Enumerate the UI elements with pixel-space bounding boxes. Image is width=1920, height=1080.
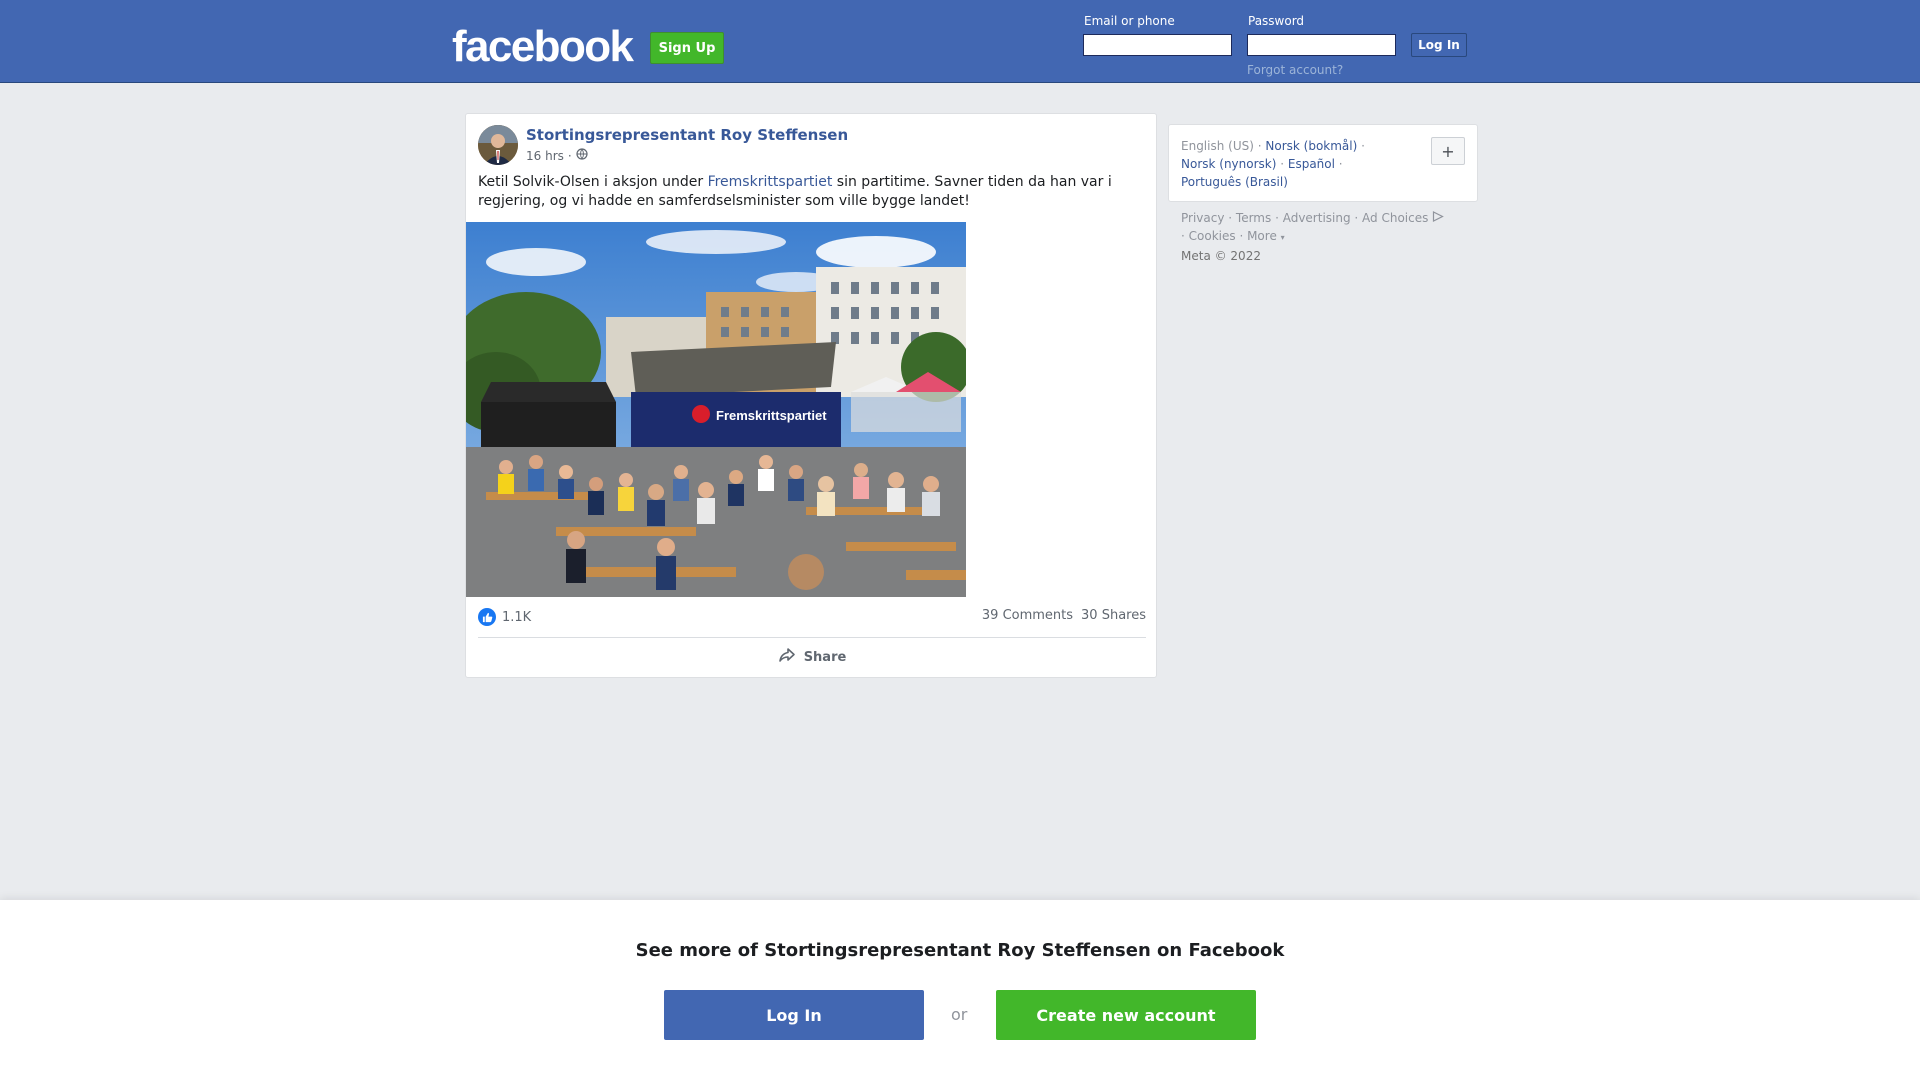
password-input[interactable] — [1247, 34, 1396, 56]
post-text: Ketil Solvik-Olsen i aksjon under Fremsk… — [478, 173, 1138, 211]
login-button[interactable]: Log In — [1411, 33, 1467, 57]
footer-links: Privacy · Terms · Advertising · Ad Choic… — [1181, 209, 1481, 265]
comments-shares-summary: 39 Comments 30 Shares — [982, 608, 1146, 623]
language-current: English (US) — [1181, 139, 1254, 153]
language-list: English (US) · Norsk (bokmål) · Norsk (n… — [1181, 139, 1365, 189]
post-photo[interactable]: Fremskrittspartiet — [466, 222, 966, 597]
login-prompt-banner: See more of Stortingsrepresentant Roy St… — [0, 900, 1920, 1080]
terms-link[interactable]: Terms — [1236, 211, 1271, 225]
shares-count-link[interactable]: 30 Shares — [1081, 608, 1146, 623]
post-text-part: Ketil Solvik-Olsen i aksjon under — [478, 174, 708, 190]
photo-stage-banner-text: Fremskrittspartiet — [716, 408, 827, 423]
likes-count: 1.1K — [502, 609, 532, 625]
banner-or-text: or — [951, 1005, 968, 1024]
caret-down-icon: ▾ — [1280, 233, 1285, 242]
reactions-summary[interactable]: 1.1K — [478, 608, 531, 626]
author-avatar[interactable] — [478, 125, 518, 165]
post-stats: 1.1K 39 Comments 30 Shares — [478, 608, 1146, 628]
sign-up-button[interactable]: Sign Up — [650, 32, 724, 64]
privacy-link[interactable]: Privacy — [1181, 211, 1224, 225]
post-meta: 16 hrs · — [526, 148, 588, 163]
like-icon — [478, 608, 496, 626]
cookies-link[interactable]: Cookies — [1189, 229, 1236, 243]
language-link[interactable]: Norsk (bokmål) — [1265, 139, 1357, 153]
comments-count-link[interactable]: 39 Comments — [982, 608, 1073, 623]
language-link[interactable]: Português (Brasil) — [1181, 175, 1288, 189]
language-link[interactable]: Norsk (nynorsk) — [1181, 157, 1276, 171]
ad-choices-icon — [1432, 211, 1445, 225]
language-link[interactable]: Español — [1288, 157, 1335, 171]
globe-icon — [576, 148, 588, 163]
copyright: Meta © 2022 — [1181, 249, 1261, 263]
facebook-logo[interactable]: facebook — [452, 22, 634, 72]
fremskrittspartiet-link[interactable]: Fremskrittspartiet — [708, 174, 833, 190]
top-navigation-bar: facebook Sign Up Email or phone Password… — [0, 0, 1920, 83]
actions-divider — [478, 637, 1146, 638]
language-selector-box: English (US) · Norsk (bokmål) · Norsk (n… — [1168, 124, 1478, 202]
share-button[interactable]: Share — [478, 641, 1146, 673]
password-label: Password — [1248, 14, 1305, 28]
post-card: Stortingsrepresentant Roy Steffensen 16 … — [465, 113, 1157, 678]
ad-choices-link[interactable]: Ad Choices — [1362, 211, 1428, 225]
banner-title: See more of Stortingsrepresentant Roy St… — [635, 940, 1285, 961]
share-icon — [778, 647, 796, 667]
email-input[interactable] — [1083, 34, 1232, 56]
more-link[interactable]: More — [1247, 229, 1277, 243]
banner-login-button[interactable]: Log In — [664, 990, 924, 1040]
forgot-account-link[interactable]: Forgot account? — [1247, 63, 1343, 77]
create-account-button[interactable]: Create new account — [996, 990, 1256, 1040]
post-timestamp[interactable]: 16 hrs — [526, 149, 564, 163]
email-label: Email or phone — [1084, 14, 1175, 28]
meta-dot: · — [567, 148, 572, 163]
more-languages-button[interactable]: + — [1431, 137, 1465, 165]
share-label: Share — [803, 649, 847, 665]
post-author-name[interactable]: Stortingsrepresentant Roy Steffensen — [526, 126, 848, 144]
advertising-link[interactable]: Advertising — [1283, 211, 1351, 225]
